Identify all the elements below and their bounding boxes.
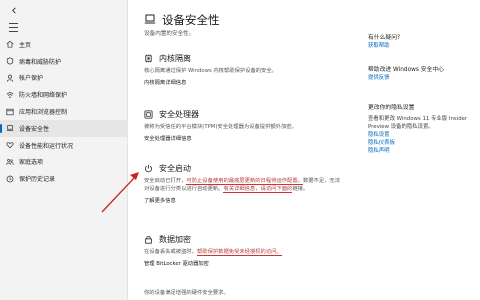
section-title: 安全处理器 — [159, 109, 199, 119]
help-title: 有什么疑问? — [368, 35, 401, 41]
sidebar-item-history[interactable]: 保护历史记录 — [0, 170, 128, 187]
help-group: 有什么疑问? 获取帮助 — [368, 34, 400, 50]
sidebar-item-label: 帐户保护 — [19, 75, 44, 83]
highlighted-text: 帮助保护数据免受未经授权的访问。 — [196, 249, 282, 256]
highlighted-text: 可防止设备使用的最底层更新的日程待运作配置。 — [186, 178, 303, 185]
sidebar-item-family[interactable]: 家庭选项 — [0, 154, 128, 171]
give-feedback-link[interactable]: 提供反馈 — [368, 74, 444, 82]
sidebar-item-label: 保护历史记录 — [19, 176, 56, 184]
privacy-settings-link[interactable]: 隐私设置 — [368, 131, 478, 139]
sidebar-item-home[interactable]: 主页 — [0, 36, 128, 53]
hamburger-menu-icon — [9, 23, 18, 24]
get-help-link[interactable]: 获取帮助 — [368, 42, 400, 50]
privacy-description: 查看和更改 Windows 11 专业版 Insider Preview 设备的… — [368, 116, 468, 130]
chip-icon — [144, 53, 153, 63]
page-title: 设备安全性 — [162, 12, 220, 27]
person-icon — [6, 74, 14, 82]
section-description: 在设备丢失或被盗时，帮助保护数据免受未经授权的访问。 — [144, 249, 282, 256]
nav-list: 主页 病毒和威胁防护 帐户保护 防火墙和网络保护 应用和浏览器控制 设备安全性 … — [0, 36, 128, 187]
device-laptop-icon — [6, 124, 14, 132]
sidebar: 主页 病毒和威胁防护 帐户保护 防火墙和网络保护 应用和浏览器控制 设备安全性 … — [0, 0, 128, 300]
sidebar-item-label: 设备安全性 — [19, 125, 50, 133]
section-title: 安全启动 — [159, 163, 191, 173]
menu-button[interactable] — [6, 20, 22, 34]
sidebar-item-app-browser[interactable]: 应用和浏览器控制 — [0, 103, 128, 120]
sidebar-item-virus[interactable]: 病毒和威胁防护 — [0, 53, 128, 70]
shield-icon — [6, 57, 14, 65]
section-core-isolation: 内核隔离 核心隔离通过保护 Windows 内核帮助保护设备的安全。 内核隔离详… — [144, 52, 344, 87]
privacy-dashboard-link[interactable]: 隐私仪表板 — [368, 139, 478, 147]
section-title: 内核隔离 — [159, 53, 191, 63]
feedback-title: 帮助改进 Windows 安全中心 — [368, 67, 444, 73]
highlighted-text: 有关详细信息，请访问下面的 — [223, 186, 293, 193]
security-processor-details-link[interactable]: 安全处理器详细信息 — [144, 134, 344, 142]
sidebar-item-label: 设备性能和运行状况 — [19, 142, 74, 150]
right-panel: 有什么疑问? 获取帮助 帮助改进 Windows 安全中心 提供反馈 更改你的隐… — [368, 0, 478, 300]
sidebar-item-label: 主页 — [19, 41, 32, 49]
home-icon — [6, 40, 14, 48]
feedback-group: 帮助改进 Windows 安全中心 提供反馈 — [368, 66, 444, 82]
lock-icon — [144, 235, 153, 244]
section-description: 安全启动已打开，可防止设备使用的最底层更新的日程待运作配置。数据不足，无法对设备… — [144, 178, 341, 193]
sidebar-item-performance[interactable]: 设备性能和运行状况 — [0, 137, 128, 154]
back-button[interactable] — [6, 5, 22, 21]
heart-icon — [6, 141, 14, 149]
hardware-security-status: 你的设备满足增强的硬件安全要求。 — [144, 290, 229, 296]
footer-status: 你的设备满足增强的硬件安全要求。 — [144, 286, 344, 297]
sidebar-item-device-security[interactable]: 设备安全性 — [0, 119, 128, 137]
section-data-encryption: 数据加密 在设备丢失或被盗时，帮助保护数据免受未经授权的访问。 管理 BitLo… — [144, 233, 344, 267]
history-icon — [6, 175, 14, 183]
app-window-icon — [6, 108, 14, 116]
main-content: 设备安全性 设备内置的安全性。 内核隔离 核心隔离通过保护 Windows 内核… — [130, 0, 350, 300]
privacy-statement-link[interactable]: 隐私声明 — [368, 147, 478, 155]
family-icon — [6, 158, 14, 166]
section-secure-boot: 安全启动 安全启动已打开，可防止设备使用的最底层更新的日程待运作配置。数据不足，… — [144, 162, 344, 205]
section-description: 被称为受信任的平台模块(TPM)安全处理器为设备提供额外加密。 — [144, 124, 297, 130]
section-title: 数据加密 — [159, 234, 191, 244]
privacy-title: 更改你的隐私设置 — [368, 105, 415, 111]
sidebar-item-label: 防火墙和网络保护 — [19, 92, 68, 100]
section-security-processor: 安全处理器 被称为受信任的平台模块(TPM)安全处理器为设备提供额外加密。 安全… — [144, 108, 344, 143]
device-laptop-icon — [144, 10, 156, 29]
sidebar-item-label: 病毒和威胁防护 — [19, 58, 62, 66]
section-description: 核心隔离通过保护 Windows 内核帮助保护设备的安全。 — [144, 68, 277, 74]
processor-icon — [144, 109, 153, 119]
sidebar-item-firewall[interactable]: 防火墙和网络保护 — [0, 86, 128, 103]
bitlocker-manage-link[interactable]: 管理 BitLocker 驱动器加密 — [144, 259, 344, 267]
page-subtitle: 设备内置的安全性。 — [144, 31, 195, 37]
learn-more-link[interactable]: 了解更多信息 — [144, 196, 344, 204]
page-header: 设备安全性 — [144, 10, 220, 29]
sidebar-item-label: 家庭选项 — [19, 159, 44, 167]
wifi-icon — [6, 91, 14, 99]
sidebar-item-account[interactable]: 帐户保护 — [0, 70, 128, 87]
privacy-group: 更改你的隐私设置 查看和更改 Windows 11 专业版 Insider Pr… — [368, 104, 478, 155]
power-icon — [144, 164, 153, 173]
back-arrow-icon — [11, 7, 16, 14]
core-isolation-details-link[interactable]: 内核隔离详细信息 — [144, 78, 344, 86]
sidebar-item-label: 应用和浏览器控制 — [19, 109, 68, 117]
